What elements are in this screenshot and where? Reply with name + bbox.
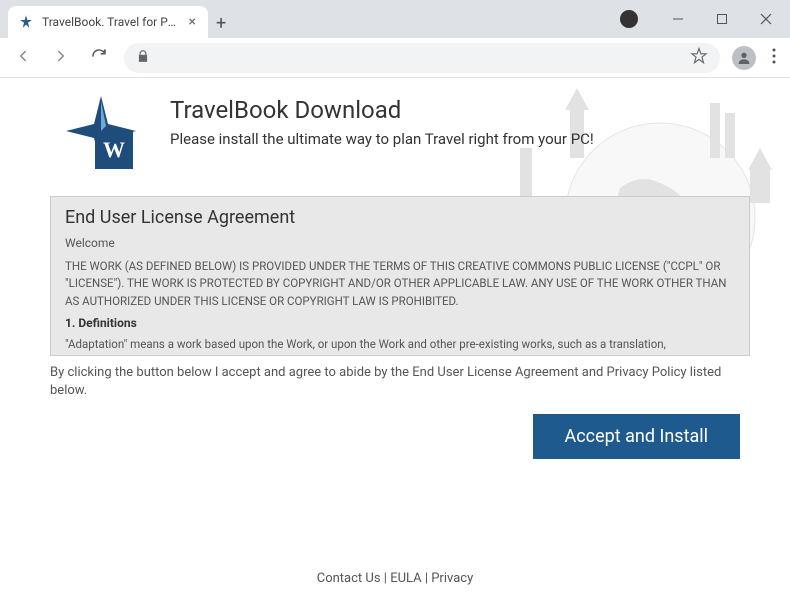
eula-paragraph: "Adaptation" means a work based upon the…	[65, 336, 735, 353]
eula-title: End User License Agreement	[65, 207, 735, 228]
footer-links: Contact Us | EULA | Privacy	[0, 571, 790, 586]
install-button-row: Accept and Install	[0, 414, 740, 459]
header-section: W TravelBook Download Please install the…	[0, 78, 790, 186]
footer-sep: |	[422, 571, 432, 586]
footer-eula-link[interactable]: EULA	[390, 571, 421, 586]
profile-avatar[interactable]	[732, 46, 756, 70]
app-logo: W	[60, 96, 150, 176]
tab-close-icon[interactable]: ×	[187, 12, 198, 32]
reload-button[interactable]	[86, 43, 112, 73]
maximize-button[interactable]	[702, 5, 742, 33]
minimize-button[interactable]	[658, 5, 698, 33]
footer-privacy-link[interactable]: Privacy	[431, 571, 473, 586]
header-text: TravelBook Download Please install the u…	[170, 96, 594, 148]
tab-strip: TravelBook. Travel for PC. × +	[8, 0, 234, 38]
window-titlebar: TravelBook. Travel for PC. × +	[0, 0, 790, 38]
footer-sep: |	[381, 571, 391, 586]
browser-menu-icon[interactable]	[768, 44, 780, 72]
new-tab-button[interactable]: +	[208, 9, 234, 38]
url-input[interactable]	[158, 50, 682, 65]
tab-favicon	[18, 14, 34, 30]
footer-contact-link[interactable]: Contact Us	[317, 571, 381, 586]
accept-install-button[interactable]: Accept and Install	[533, 414, 741, 459]
browser-tab[interactable]: TravelBook. Travel for PC. ×	[8, 6, 208, 38]
eula-scroll-box[interactable]: End User License Agreement Welcome THE W…	[50, 196, 750, 356]
back-button[interactable]	[10, 43, 36, 73]
browser-toolbar	[0, 38, 790, 78]
eula-welcome: Welcome	[65, 236, 735, 250]
forward-button[interactable]	[48, 43, 74, 73]
address-bar[interactable]	[124, 43, 720, 73]
page-content: W TravelBook Download Please install the…	[0, 78, 790, 598]
consent-text: By clicking the button below I accept an…	[50, 364, 750, 400]
window-controls	[620, 5, 786, 33]
logo-letter: W	[95, 131, 133, 169]
lock-icon	[136, 48, 150, 67]
page-subtitle: Please install the ultimate way to plan …	[170, 130, 594, 148]
bookmark-star-icon[interactable]	[690, 47, 708, 69]
close-window-button[interactable]	[746, 5, 786, 33]
tab-title: TravelBook. Travel for PC.	[42, 15, 179, 29]
activity-indicator-icon	[620, 10, 638, 28]
eula-section-heading: 1. Definitions	[65, 316, 735, 330]
page-title: TravelBook Download	[170, 96, 594, 124]
eula-paragraph: THE WORK (AS DEFINED BELOW) IS PROVIDED …	[65, 258, 735, 310]
